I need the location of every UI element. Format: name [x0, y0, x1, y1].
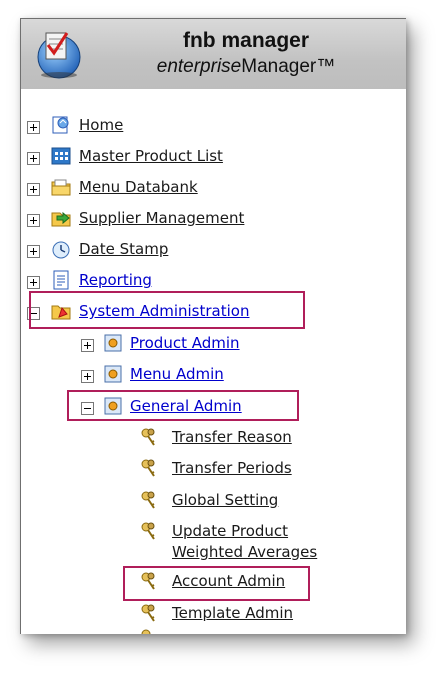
tree-item-product-admin[interactable]: Product Admin	[21, 333, 406, 357]
tree-item-label[interactable]: Product Admin	[130, 334, 240, 352]
tree-leaf-label[interactable]: Global Setting	[172, 491, 278, 509]
tree-item-label[interactable]: Master Product List	[79, 147, 223, 165]
clock-icon	[52, 241, 70, 259]
app-subtitle: enterpriseManager™	[156, 56, 336, 77]
keys-icon	[141, 491, 155, 509]
checklist-globe-logo-icon	[37, 32, 81, 79]
tree-item-menu-admin[interactable]: Menu Admin	[21, 364, 406, 388]
home-page-icon	[52, 116, 69, 134]
tree-leaf-label-line2[interactable]: Weighted Averages	[172, 543, 317, 561]
tree-item-home[interactable]: Home	[21, 115, 406, 139]
tree-item-supplier-management[interactable]: Supplier Management	[21, 208, 406, 232]
expand-icon[interactable]	[27, 183, 40, 196]
highlight-general-admin	[67, 390, 299, 421]
report-document-icon	[53, 270, 69, 290]
expand-icon[interactable]	[81, 370, 94, 383]
highlight-account-admin	[123, 566, 310, 601]
tree-leaf-global-setting[interactable]: Global Setting	[21, 490, 406, 514]
grid-list-icon	[51, 147, 71, 165]
tree-item-label[interactable]: Menu Databank	[79, 178, 198, 196]
keys-icon	[141, 629, 151, 634]
expand-icon[interactable]	[27, 121, 40, 134]
admin-module-icon	[104, 365, 122, 383]
tree-leaf-transfer-periods[interactable]: Transfer Periods	[21, 458, 406, 482]
tree-item-label[interactable]: Home	[79, 116, 123, 134]
tree-item-label[interactable]: Date Stamp	[79, 240, 168, 258]
tree-item-menu-databank[interactable]: Menu Databank	[21, 177, 406, 201]
keys-icon	[141, 428, 155, 446]
admin-module-icon	[104, 334, 122, 352]
expand-icon[interactable]	[27, 152, 40, 165]
highlight-system-administration	[29, 291, 305, 329]
keys-icon	[141, 459, 155, 477]
keys-icon	[141, 522, 155, 540]
tree-item-label[interactable]: Reporting	[79, 271, 152, 289]
navigation-panel: fnb manager enterpriseManager™ Home Mast…	[20, 18, 406, 634]
expand-icon[interactable]	[27, 276, 40, 289]
tree-leaf-label[interactable]: Update Product	[172, 522, 288, 540]
tree-leaf-update-product-weighted-averages[interactable]: Update Product Weighted Averages	[21, 521, 406, 567]
truck-arrow-icon	[51, 211, 71, 227]
folder-icon	[51, 179, 71, 196]
tree-item-date-stamp[interactable]: Date Stamp	[21, 239, 406, 263]
tree-leaf-label[interactable]: Transfer Periods	[172, 459, 292, 477]
expand-icon[interactable]	[27, 245, 40, 258]
keys-icon	[141, 604, 155, 622]
tree-item-master-product-list[interactable]: Master Product List	[21, 146, 406, 170]
tree-leaf-label[interactable]: Template Admin	[172, 604, 293, 622]
tree-leaf-label[interactable]: Transfer Reason	[172, 428, 292, 446]
app-title: fnb manager	[182, 29, 310, 52]
tree-leaf-template-admin[interactable]: Template Admin	[21, 603, 406, 627]
expand-icon[interactable]	[27, 214, 40, 227]
app-header: fnb manager enterpriseManager™	[21, 19, 406, 89]
tree-item-label[interactable]: Menu Admin	[130, 365, 224, 383]
tree-item-label[interactable]: Supplier Management	[79, 209, 244, 227]
tree-leaf-transfer-reason[interactable]: Transfer Reason	[21, 427, 406, 451]
expand-icon[interactable]	[81, 339, 94, 352]
